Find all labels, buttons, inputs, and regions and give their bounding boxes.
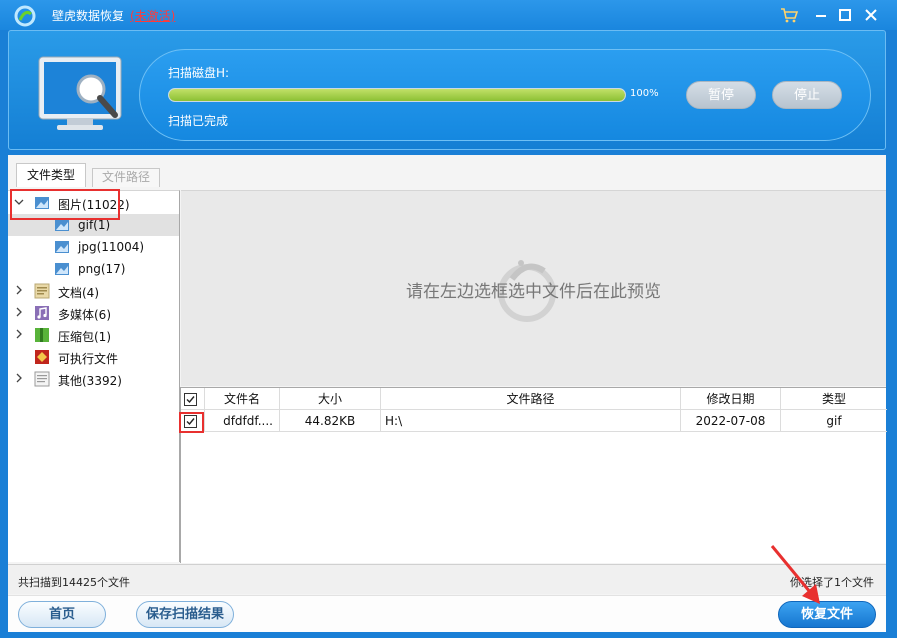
minimize-icon[interactable]	[810, 4, 832, 26]
header-checkbox-cell	[181, 388, 205, 410]
status-bar: 共扫描到14425个文件 你选择了1个文件	[8, 564, 886, 594]
chevron-down-icon[interactable]	[14, 197, 24, 207]
tree-item-documents[interactable]: 文档(4)	[8, 280, 179, 302]
cart-icon[interactable]	[778, 4, 800, 26]
music-icon	[35, 306, 49, 320]
chevron-right-icon[interactable]	[14, 329, 24, 339]
tree-item-gif[interactable]: gif(1)	[8, 214, 179, 236]
maximize-icon[interactable]	[834, 4, 856, 26]
selection-count-text: 你选择了1个文件	[790, 576, 874, 589]
row-checkbox-cell	[181, 410, 205, 432]
column-header-path[interactable]: 文件路径	[381, 388, 681, 410]
tree-item-images[interactable]: 图片(11022)	[8, 192, 179, 214]
select-all-checkbox[interactable]	[184, 393, 197, 406]
footer-bar: 首页 保存扫描结果 恢复文件	[8, 595, 886, 632]
close-icon[interactable]	[860, 4, 882, 26]
column-header-date[interactable]: 修改日期	[681, 388, 781, 410]
preview-pane: 请在左边选框选中文件后在此预览	[181, 190, 886, 386]
main-panel: 文件类型 文件路径 图片(11022) gif(1) jpg(11004) pn…	[8, 155, 887, 632]
tree-item-label: gif(1)	[78, 218, 111, 232]
save-scan-result-button[interactable]: 保存扫描结果	[136, 601, 234, 628]
file-table: 文件名 大小 文件路径 修改日期 类型 dfdfdf.... 44.82KB H…	[180, 387, 887, 563]
image-file-icon	[55, 219, 69, 231]
stop-button[interactable]: 停止	[772, 81, 842, 109]
file-size: 44.82KB	[280, 410, 381, 432]
column-header-size[interactable]: 大小	[280, 388, 381, 410]
file-type: gif	[826, 414, 842, 428]
tree-item-label: 图片(11022)	[58, 198, 130, 212]
image-file-icon	[55, 263, 69, 275]
pause-button[interactable]: 暂停	[686, 81, 756, 109]
tree-item-label: jpg(11004)	[78, 240, 145, 254]
preview-placeholder: 请在左边选框选中文件后在此预览	[406, 282, 661, 302]
tree-item-label: 文档(4)	[58, 286, 99, 300]
tree-item-others[interactable]: 其他(3392)	[8, 368, 179, 390]
home-button[interactable]: 首页	[18, 601, 106, 628]
progress-bar	[168, 88, 626, 102]
tree-item-png[interactable]: png(17)	[8, 258, 179, 280]
table-header: 文件名 大小 文件路径 修改日期 类型	[181, 388, 887, 410]
image-file-icon	[55, 241, 69, 253]
recover-files-button[interactable]: 恢复文件	[778, 601, 876, 628]
column-header-type[interactable]: 类型	[781, 388, 887, 410]
tree-item-label: 其他(3392)	[58, 374, 122, 388]
activation-link[interactable]: (未激活)	[130, 7, 175, 24]
table-row[interactable]: dfdfdf.... 44.82KB H:\ 2022-07-08 gif	[181, 410, 887, 432]
column-header-name[interactable]: 文件名	[205, 388, 280, 410]
tab-file-type[interactable]: 文件类型	[16, 163, 86, 187]
archive-icon	[35, 328, 49, 342]
chevron-right-icon[interactable]	[14, 307, 24, 317]
image-folder-icon	[35, 197, 49, 209]
scan-progress-panel: 扫描磁盘H: 100% 扫描已完成 暂停 停止	[139, 49, 871, 141]
gecko-logo-icon	[14, 5, 36, 27]
scan-banner: 扫描磁盘H: 100% 扫描已完成 暂停 停止	[8, 30, 886, 150]
progress-percent: 100%	[630, 88, 659, 99]
other-file-icon	[34, 371, 50, 387]
tree-item-executables[interactable]: 可执行文件	[8, 346, 179, 368]
tree-item-archives[interactable]: 压缩包(1)	[8, 324, 179, 346]
scan-disk-label: 扫描磁盘H:	[168, 66, 230, 80]
chevron-right-icon[interactable]	[14, 285, 24, 295]
chevron-right-icon[interactable]	[14, 373, 24, 383]
tree-item-label: 可执行文件	[58, 352, 119, 366]
file-type-tree: 图片(11022) gif(1) jpg(11004) png(17) 文档(4…	[8, 190, 180, 562]
tab-file-path[interactable]: 文件路径	[92, 168, 160, 187]
tree-item-label: 多媒体(6)	[58, 308, 111, 322]
tree-item-multimedia[interactable]: 多媒体(6)	[8, 302, 179, 324]
row-checkbox[interactable]	[184, 415, 197, 428]
scan-status: 扫描已完成	[168, 114, 229, 128]
file-date: 2022-07-08	[681, 410, 781, 432]
app-title: 壁虎数据恢复	[52, 9, 125, 23]
executable-icon	[35, 350, 49, 364]
scan-total-text: 共扫描到14425个文件	[18, 576, 130, 589]
app-window: 壁虎数据恢复 (未激活) 扫描磁盘H: 100% 扫描已完成 暂停 停止 文件类…	[0, 0, 897, 638]
tree-item-jpg[interactable]: jpg(11004)	[8, 236, 179, 258]
tree-item-label: png(17)	[78, 262, 126, 276]
progress-fill	[169, 89, 625, 101]
monitor-magnifier-icon	[38, 56, 122, 130]
file-name: dfdfdf....	[205, 410, 280, 432]
tree-item-label: 压缩包(1)	[58, 330, 111, 344]
document-icon	[34, 283, 50, 299]
file-path: H:\	[381, 410, 681, 432]
title-bar: 壁虎数据恢复 (未激活)	[0, 0, 897, 30]
